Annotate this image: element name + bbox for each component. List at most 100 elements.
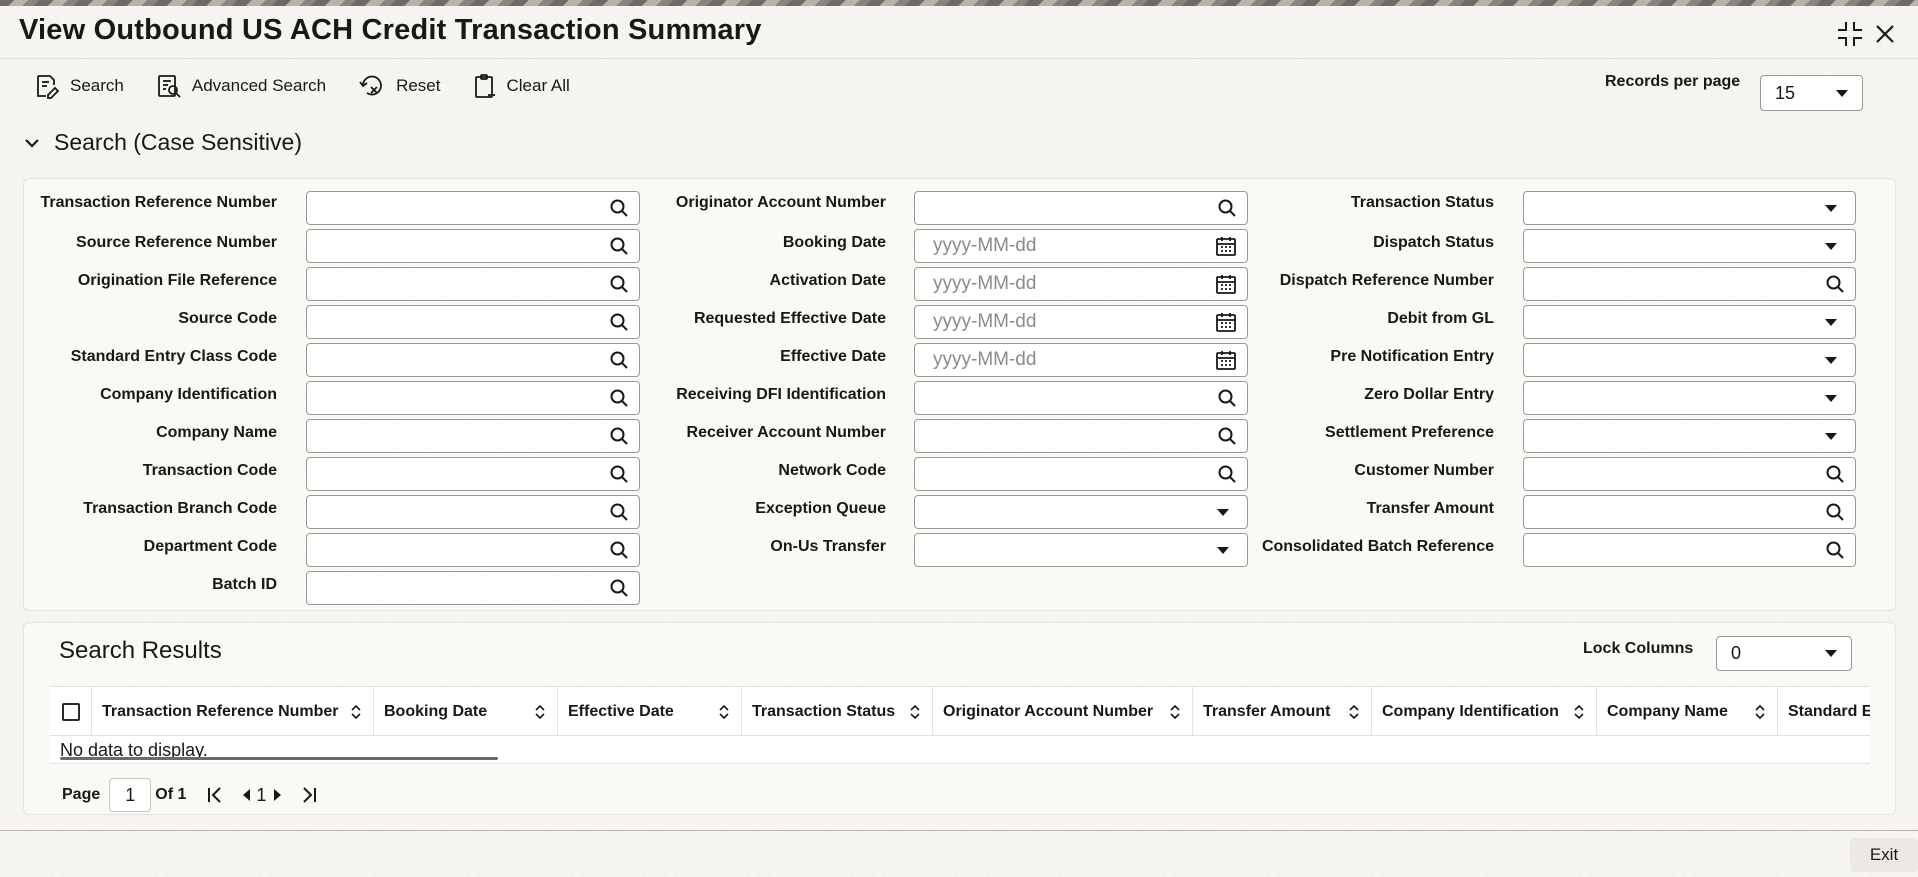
search-button[interactable]: Search (34, 73, 124, 99)
on-us-transfer-select[interactable] (914, 533, 1248, 567)
booking-date-input[interactable]: yyyy-MM-dd (914, 229, 1248, 263)
last-page-button[interactable] (300, 786, 318, 804)
source-code-input[interactable] (306, 305, 640, 339)
exception-queue-select[interactable] (914, 495, 1248, 529)
originator-account-number-input[interactable] (914, 191, 1248, 225)
on-us-transfer-trigger[interactable] (1217, 546, 1229, 554)
column-header-company-identification[interactable]: Company Identification (1372, 687, 1597, 735)
receiving-dfi-identification-input[interactable] (914, 381, 1248, 415)
standard-entry-class-code-input[interactable] (306, 343, 640, 377)
network-code-trigger[interactable] (1217, 464, 1237, 484)
source-code-trigger[interactable] (609, 312, 629, 332)
column-header-effective-date[interactable]: Effective Date (558, 687, 742, 735)
column-header-booking-date[interactable]: Booking Date (374, 687, 558, 735)
transaction-code-trigger[interactable] (609, 464, 629, 484)
source-reference-number-trigger[interactable] (609, 236, 629, 256)
requested-effective-date-trigger[interactable] (1215, 311, 1237, 333)
customer-number-trigger[interactable] (1825, 464, 1845, 484)
booking-date-trigger[interactable] (1215, 235, 1237, 257)
transaction-code-input[interactable] (306, 457, 640, 491)
zero-dollar-entry-select[interactable] (1523, 381, 1856, 415)
sort-icon[interactable] (1574, 704, 1584, 720)
effective-date-trigger[interactable] (1215, 349, 1237, 371)
origination-file-reference-label: Origination File Reference (77, 272, 277, 289)
horizontal-scrollbar[interactable] (60, 757, 498, 760)
pre-notification-entry-trigger[interactable] (1825, 356, 1837, 364)
receiver-account-number-input[interactable] (914, 419, 1248, 453)
clear-all-button[interactable]: Clear All (473, 73, 570, 99)
customer-number-input[interactable] (1523, 457, 1856, 491)
requested-effective-date-input[interactable]: yyyy-MM-dd (914, 305, 1248, 339)
settlement-preference-select[interactable] (1523, 419, 1856, 453)
settlement-preference-trigger[interactable] (1825, 432, 1837, 440)
transaction-branch-code-trigger[interactable] (609, 502, 629, 522)
previous-page-button[interactable] (240, 787, 252, 803)
column-header-standard-ent[interactable]: Standard Ent (1778, 687, 1870, 735)
company-identification-input[interactable] (306, 381, 640, 415)
sort-icon[interactable] (351, 704, 361, 720)
sort-icon[interactable] (1755, 704, 1765, 720)
transaction-reference-number-input[interactable] (306, 191, 640, 225)
minimize-button[interactable] (1834, 18, 1866, 50)
sort-icon[interactable] (910, 704, 920, 720)
origination-file-reference-input[interactable] (306, 267, 640, 301)
network-code-input[interactable] (914, 457, 1248, 491)
company-name-trigger[interactable] (609, 426, 629, 446)
search-icon (610, 313, 628, 331)
sort-icon[interactable] (1170, 704, 1180, 720)
column-header-transfer-amount[interactable]: Transfer Amount (1193, 687, 1372, 735)
sort-icon[interactable] (535, 704, 545, 720)
company-name-input[interactable] (306, 419, 640, 453)
transfer-amount-trigger[interactable] (1825, 502, 1845, 522)
transaction-status-trigger[interactable] (1825, 204, 1837, 212)
transfer-amount-input[interactable] (1523, 495, 1856, 529)
column-header-company-name[interactable]: Company Name (1597, 687, 1778, 735)
consolidated-batch-reference-input[interactable] (1523, 533, 1856, 567)
first-page-button[interactable] (206, 786, 224, 804)
transaction-reference-number-trigger[interactable] (609, 198, 629, 218)
department-code-trigger[interactable] (609, 540, 629, 560)
source-reference-number-input[interactable] (306, 229, 640, 263)
department-code-input[interactable] (306, 533, 640, 567)
select-all-checkbox[interactable] (61, 703, 80, 721)
transaction-status-select[interactable] (1523, 191, 1856, 225)
debit-from-gl-trigger[interactable] (1825, 318, 1837, 326)
close-button[interactable] (1870, 18, 1900, 50)
advanced-search-button[interactable]: Advanced Search (156, 73, 326, 99)
search-section-toggle[interactable]: Search (Case Sensitive) (24, 129, 302, 156)
standard-entry-class-code-trigger[interactable] (609, 350, 629, 370)
next-page-button[interactable] (272, 787, 284, 803)
activation-date-input[interactable]: yyyy-MM-dd (914, 267, 1248, 301)
dispatch-status-select[interactable] (1523, 229, 1856, 263)
transaction-branch-code-input[interactable] (306, 495, 640, 529)
page-link-1[interactable]: 1 (256, 785, 266, 806)
search-icon (610, 351, 628, 369)
originator-account-number-trigger[interactable] (1217, 198, 1237, 218)
lock-columns-select[interactable]: 0 (1716, 636, 1852, 671)
page-number-input[interactable]: 1 (109, 778, 152, 812)
batch-id-input[interactable] (306, 571, 640, 605)
exit-button[interactable]: Exit (1850, 838, 1918, 872)
effective-date-input[interactable]: yyyy-MM-dd (914, 343, 1248, 377)
dispatch-status-trigger[interactable] (1825, 242, 1837, 250)
dispatch-reference-number-input[interactable] (1523, 267, 1856, 301)
exception-queue-trigger[interactable] (1217, 508, 1229, 516)
consolidated-batch-reference-trigger[interactable] (1825, 540, 1845, 560)
activation-date-trigger[interactable] (1215, 273, 1237, 295)
column-header-originator-account-number[interactable]: Originator Account Number (933, 687, 1193, 735)
batch-id-trigger[interactable] (609, 578, 629, 598)
receiver-account-number-trigger[interactable] (1217, 426, 1237, 446)
pre-notification-entry-select[interactable] (1523, 343, 1856, 377)
column-header-transaction-reference-number[interactable]: Transaction Reference Number (92, 687, 374, 735)
debit-from-gl-select[interactable] (1523, 305, 1856, 339)
column-header-transaction-status[interactable]: Transaction Status (742, 687, 933, 735)
company-identification-trigger[interactable] (609, 388, 629, 408)
dispatch-reference-number-trigger[interactable] (1825, 274, 1845, 294)
records-per-page-select[interactable]: 15 (1760, 75, 1863, 111)
zero-dollar-entry-trigger[interactable] (1825, 394, 1837, 402)
origination-file-reference-trigger[interactable] (609, 274, 629, 294)
sort-icon[interactable] (1349, 704, 1359, 720)
sort-icon[interactable] (719, 704, 729, 720)
reset-button[interactable]: Reset (358, 73, 441, 99)
receiving-dfi-identification-trigger[interactable] (1217, 388, 1237, 408)
